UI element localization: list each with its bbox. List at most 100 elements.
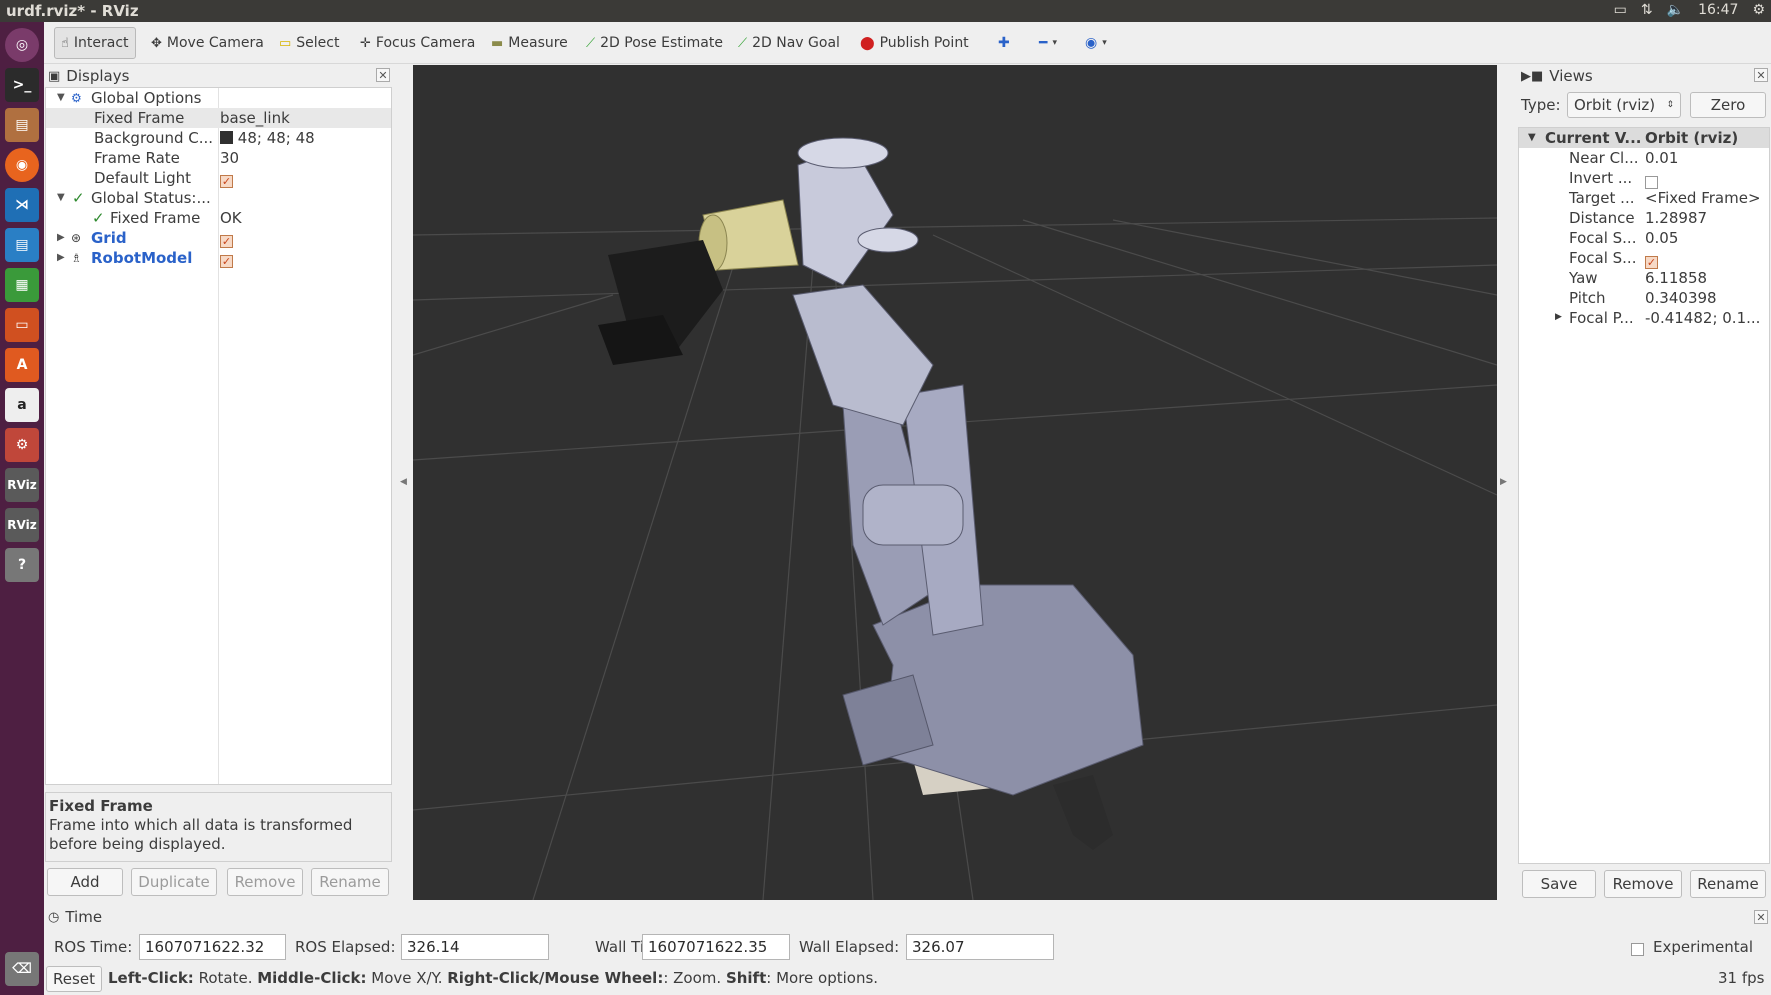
collapse-right-icon[interactable]: ▶ xyxy=(1500,477,1507,487)
view-prop-row[interactable]: Invert ... ✓ xyxy=(1519,168,1769,189)
tree-item-grid[interactable]: ▶ ⊛ Grid ✓ xyxy=(46,228,391,248)
view-prop-row[interactable]: Near Cl... 0.01 xyxy=(1519,148,1769,168)
tree-item-global-options[interactable]: ▼ ⚙ Global Options xyxy=(46,88,391,108)
wall-elapsed-field[interactable]: 326.07 xyxy=(906,934,1054,960)
view-prop-row[interactable]: Focal S... ✓ xyxy=(1519,248,1769,269)
expand-right-icon[interactable]: ▶ xyxy=(57,252,65,263)
keyboard-icon[interactable]: ▭ xyxy=(1614,2,1627,18)
move-camera-button[interactable]: ✥ Move Camera xyxy=(145,27,270,59)
robot-model-checkbox[interactable]: ✓ xyxy=(220,251,233,269)
tree-item-current-view[interactable]: ▼ Current V... Orbit (rviz) xyxy=(1519,128,1769,148)
status-hint: Left-Click: Rotate. Middle-Click: Move X… xyxy=(108,969,879,987)
settings-icon[interactable]: ⚙ xyxy=(5,428,39,462)
trash-icon[interactable]: ⌫ xyxy=(5,952,39,986)
views-tree: ▼ Current V... Orbit (rviz) Near Cl... 0… xyxy=(1518,127,1770,864)
expand-right-icon[interactable]: ▶ xyxy=(57,232,65,243)
impress-icon[interactable]: ▭ xyxy=(5,308,39,342)
focus-camera-button[interactable]: ✛ Focus Camera xyxy=(354,27,481,59)
firefox-icon[interactable]: ◉ xyxy=(5,148,39,182)
check-icon: ✓ xyxy=(220,175,233,188)
tool-properties-icon[interactable]: ◉ ▾ xyxy=(1079,27,1113,59)
rviz-icon[interactable]: RViz xyxy=(5,508,39,542)
view-prop-row[interactable]: Focal S... 0.05 xyxy=(1519,228,1769,248)
move-icon: ✥ xyxy=(151,35,162,51)
displays-tree: ▼ ⚙ Global Options Fixed Frame base_link… xyxy=(45,87,392,785)
background-color-value[interactable]: 48; 48; 48 xyxy=(220,129,315,147)
network-icon[interactable]: ⇅ xyxy=(1641,2,1653,18)
measure-button[interactable]: ▬ Measure xyxy=(485,27,574,59)
grid-checkbox[interactable]: ✓ xyxy=(220,231,233,249)
tree-item-fixed-frame[interactable]: Fixed Frame base_link xyxy=(46,108,391,128)
wall-time-field[interactable]: 1607071622.35 xyxy=(642,934,790,960)
volume-icon[interactable]: 🔈 xyxy=(1667,2,1684,18)
clock[interactable]: 16:47 xyxy=(1698,2,1738,18)
view-prop-row[interactable]: Pitch 0.340398 xyxy=(1519,288,1769,308)
close-icon[interactable]: ✕ xyxy=(1754,910,1768,924)
tool-bar: ☝ Interact ✥ Move Camera ▭ Select ✛ Focu… xyxy=(44,22,1771,64)
rviz-icon[interactable]: RViz xyxy=(5,468,39,502)
tree-item-global-status[interactable]: ▼ ✓ Global Status:... xyxy=(46,188,391,208)
system-tray: ▭ ⇅ 🔈 16:47 ⚙ xyxy=(1614,2,1765,18)
writer-icon[interactable]: ▤ xyxy=(5,228,39,262)
window-title: urdf.rviz* - RViz xyxy=(6,2,139,20)
ros-time-field[interactable]: 1607071622.32 xyxy=(139,934,286,960)
calc-icon[interactable]: ▦ xyxy=(5,268,39,302)
publish-point-button[interactable]: ⬤ Publish Point xyxy=(854,27,975,59)
expand-down-icon[interactable]: ▼ xyxy=(57,92,65,103)
gear-icon: ⚙ xyxy=(71,91,82,105)
close-icon[interactable]: ✕ xyxy=(1754,68,1768,82)
arrow-green-icon: ⟋ xyxy=(738,35,748,51)
ruler-icon: ▬ xyxy=(491,35,504,51)
color-swatch xyxy=(220,131,233,144)
tree-item-frame-rate[interactable]: Frame Rate 30 xyxy=(46,148,391,168)
software-icon[interactable]: A xyxy=(5,348,39,382)
ubuntu-icon[interactable]: ◎ xyxy=(5,28,39,62)
tree-item-background-color[interactable]: Background C... 48; 48; 48 xyxy=(46,128,391,148)
files-icon[interactable]: ▤ xyxy=(5,108,39,142)
expand-right-icon[interactable]: ▶ xyxy=(1555,312,1562,322)
expand-down-icon[interactable]: ▼ xyxy=(57,192,65,203)
help-icon[interactable]: ? xyxy=(5,548,39,582)
close-icon[interactable]: ✕ xyxy=(376,68,390,82)
rename-button[interactable]: Rename xyxy=(311,868,389,896)
remove-button[interactable]: Remove xyxy=(227,868,303,896)
vscode-icon[interactable]: ⋊ xyxy=(5,188,39,222)
view-prop-row[interactable]: Yaw 6.11858 xyxy=(1519,268,1769,288)
duplicate-button[interactable]: Duplicate xyxy=(131,868,217,896)
time-panel: ◷ Time ✕ ROS Time: 1607071622.32 ROS Ela… xyxy=(44,906,1771,995)
fixed-frame-value[interactable]: base_link xyxy=(220,109,290,127)
robot-wrist xyxy=(792,284,934,426)
view-prop-row[interactable]: ▶ Focal P... -0.41482; 0.1... xyxy=(1519,308,1769,328)
time-header: ◷ Time xyxy=(48,908,103,926)
hand-icon: ☝ xyxy=(61,35,69,51)
remove-tool-icon[interactable]: ━ ▾ xyxy=(1033,27,1063,59)
zero-button[interactable]: Zero xyxy=(1690,92,1766,118)
expand-down-icon[interactable]: ▼ xyxy=(1528,132,1536,143)
ros-elapsed-field[interactable]: 326.14 xyxy=(401,934,549,960)
amazon-icon[interactable]: a xyxy=(5,388,39,422)
robot-base-motor xyxy=(1053,775,1113,850)
view-type-select[interactable]: Orbit (rviz) ⇕ xyxy=(1567,92,1681,118)
gear-icon[interactable]: ⚙ xyxy=(1752,2,1765,18)
tree-item-default-light[interactable]: Default Light ✓ xyxy=(46,168,391,188)
collapse-left-icon[interactable]: ◀ xyxy=(400,477,407,487)
tree-item-status-fixed-frame[interactable]: ✓ Fixed Frame OK xyxy=(46,208,391,228)
frame-rate-value[interactable]: 30 xyxy=(220,149,239,167)
add-button[interactable]: Add xyxy=(47,868,123,896)
view-prop-row[interactable]: Distance 1.28987 xyxy=(1519,208,1769,228)
tree-item-robot-model[interactable]: ▶ ♗ RobotModel ✓ xyxy=(46,248,391,268)
terminal-icon[interactable]: >_ xyxy=(5,68,39,102)
interact-button[interactable]: ☝ Interact xyxy=(54,27,136,59)
pose-estimate-button[interactable]: ⟋ 2D Pose Estimate xyxy=(580,27,729,59)
view-prop-row[interactable]: Target ... <Fixed Frame> xyxy=(1519,188,1769,208)
select-button[interactable]: ▭ Select xyxy=(273,27,346,59)
nav-goal-button[interactable]: ⟋ 2D Nav Goal xyxy=(732,27,846,59)
rename-view-button[interactable]: Rename xyxy=(1690,870,1766,898)
remove-view-button[interactable]: Remove xyxy=(1604,870,1682,898)
add-tool-icon[interactable]: ✚ xyxy=(992,27,1016,59)
experimental-checkbox[interactable]: ✓ xyxy=(1631,939,1644,957)
render-viewport[interactable] xyxy=(413,65,1497,900)
reset-button[interactable]: Reset xyxy=(46,966,102,992)
save-button[interactable]: Save xyxy=(1522,870,1596,898)
default-light-checkbox[interactable]: ✓ xyxy=(220,171,233,189)
